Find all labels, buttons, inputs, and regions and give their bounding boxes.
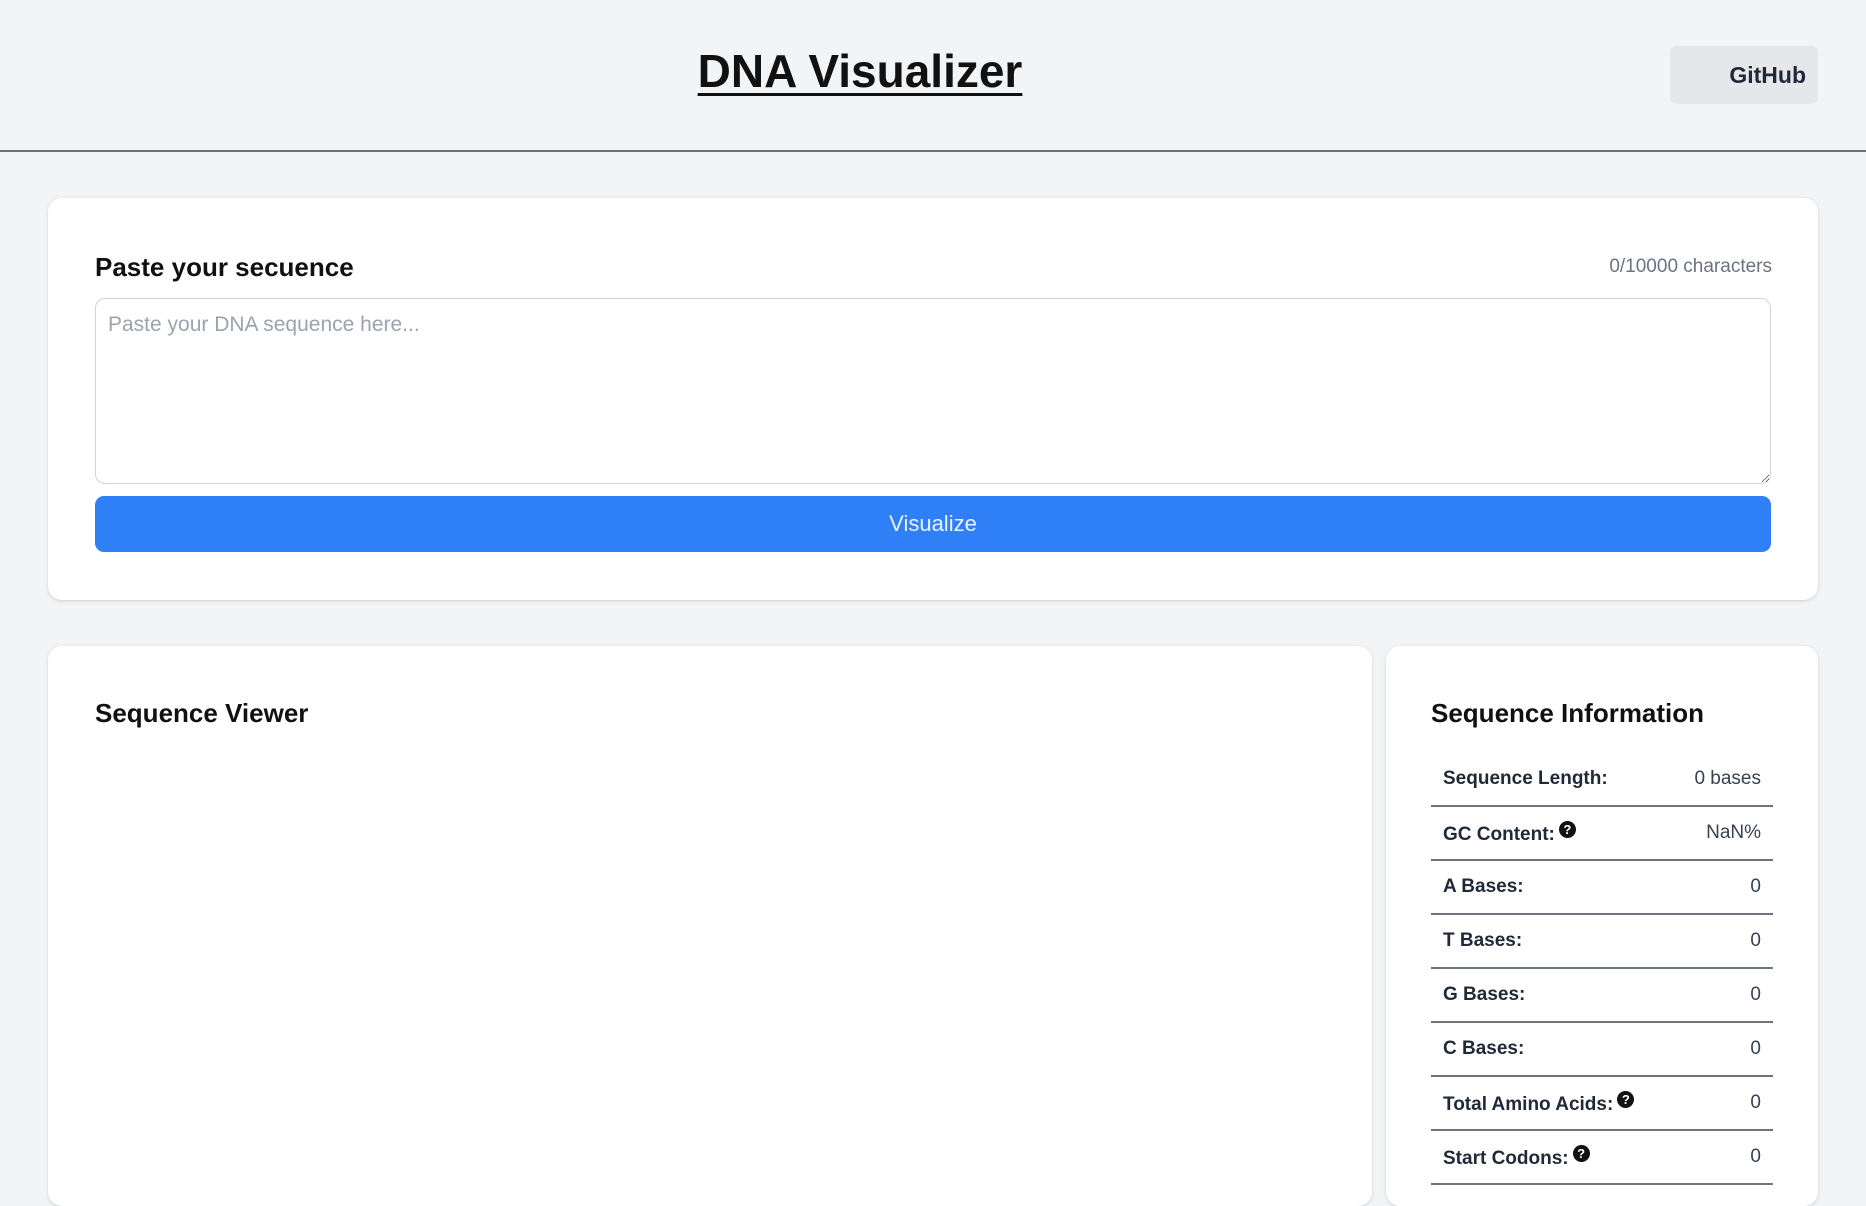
sequence-input[interactable] — [95, 298, 1771, 484]
info-value: 0 — [1671, 1076, 1773, 1131]
sequence-input-card: Paste your secuence 0/10000 characters V… — [48, 198, 1818, 600]
info-row-gc-content: GC Content:? NaN% — [1431, 806, 1773, 861]
info-value: 0 — [1671, 860, 1773, 915]
info-label: G Bases: — [1443, 984, 1526, 1005]
info-row-c-bases: C Bases: 0 — [1431, 1022, 1773, 1077]
input-card-heading: Paste your secuence — [95, 252, 354, 282]
info-label: C Bases: — [1443, 1038, 1525, 1059]
help-icon[interactable]: ? — [1558, 820, 1576, 838]
info-label: GC Content: — [1443, 823, 1555, 845]
info-label: Start Codons: — [1443, 1147, 1569, 1169]
info-value: 0 bases — [1671, 752, 1773, 807]
info-row-start-codons: Start Codons:? 0 — [1431, 1130, 1773, 1185]
app-header: DNA Visualizer GitHub — [0, 0, 1866, 152]
character-count: 0/10000 characters — [1609, 256, 1772, 277]
info-row-t-bases: T Bases: 0 — [1431, 914, 1773, 969]
info-value: 0 — [1671, 914, 1773, 969]
info-row-total-amino-acids: Total Amino Acids:? 0 — [1431, 1076, 1773, 1131]
github-button[interactable]: GitHub — [1670, 46, 1818, 104]
viewer-heading: Sequence Viewer — [95, 698, 309, 728]
info-value: 0 — [1671, 968, 1773, 1023]
info-label: T Bases: — [1443, 930, 1523, 951]
info-row-g-bases: G Bases: 0 — [1431, 968, 1773, 1023]
info-label: Total Amino Acids: — [1443, 1093, 1614, 1115]
info-row-a-bases: A Bases: 0 — [1431, 860, 1773, 915]
info-label: Sequence Length: — [1443, 767, 1608, 789]
sequence-viewer-card: Sequence Viewer — [48, 646, 1372, 1206]
help-icon[interactable]: ? — [1572, 1144, 1590, 1162]
info-value: 0 — [1671, 1022, 1773, 1077]
info-label: A Bases: — [1443, 876, 1524, 897]
help-icon[interactable]: ? — [1617, 1090, 1635, 1108]
info-value: 0 — [1671, 1130, 1773, 1185]
app-title: DNA Visualizer — [697, 45, 1023, 97]
visualize-button[interactable]: Visualize — [95, 496, 1771, 552]
info-value: NaN% — [1671, 806, 1773, 861]
info-table: Sequence Length: 0 bases GC Content:? Na… — [1431, 752, 1773, 1185]
info-row-sequence-length: Sequence Length: 0 bases — [1431, 752, 1773, 807]
sequence-info-card: Sequence Information Sequence Length: 0 … — [1386, 646, 1818, 1206]
info-heading: Sequence Information — [1431, 698, 1705, 728]
